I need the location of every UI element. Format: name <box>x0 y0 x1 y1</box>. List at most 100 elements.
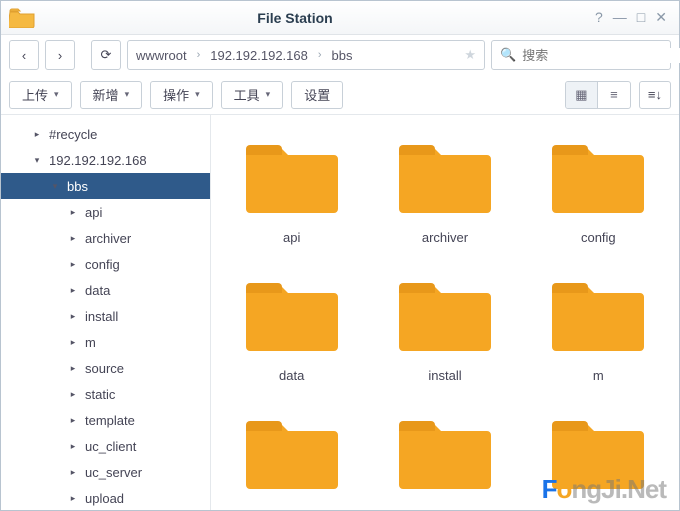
folder-label: archiver <box>422 230 468 245</box>
chevron-right-icon: ▸ <box>67 493 79 504</box>
tree-node-label: upload <box>85 491 124 506</box>
file-station-window: File Station ? — □ ✕ ‹ › ⟳ wwwroot › 192… <box>0 0 680 511</box>
list-view-button[interactable]: ≡ <box>598 82 630 108</box>
tool-button[interactable]: 工具▾ <box>221 81 284 109</box>
folder-item[interactable]: data <box>215 263 368 401</box>
toolbar: 上传▾ 新增▾ 操作▾ 工具▾ 设置 ▦ ≡ ≡↓ <box>1 75 679 115</box>
folder-icon <box>242 137 342 220</box>
tree-node-label: archiver <box>85 231 131 246</box>
tree-node-label: static <box>85 387 115 402</box>
tree-node-child[interactable]: ▸ data <box>1 277 210 303</box>
folder-label: m <box>593 368 604 383</box>
folder-icon <box>395 275 495 358</box>
folder-label: install <box>428 368 461 383</box>
folder-icon <box>395 137 495 220</box>
body: ▸#recycle ▾192.192.192.168 ▾bbs ▸api▸arc… <box>1 115 679 510</box>
tree-node-child[interactable]: ▸ source <box>1 355 210 381</box>
tree-node-child[interactable]: ▸ uc_server <box>1 459 210 485</box>
action-button[interactable]: 操作▾ <box>150 81 213 109</box>
tree-node-label: uc_client <box>85 439 136 454</box>
chevron-down-icon: ▾ <box>31 155 43 166</box>
folder-icon <box>395 413 495 496</box>
chevron-right-icon: ▸ <box>67 259 79 270</box>
upload-button[interactable]: 上传▾ <box>9 81 72 109</box>
search-box[interactable]: 🔍 <box>491 40 671 70</box>
chevron-right-icon: › <box>197 49 201 61</box>
folder-icon <box>548 137 648 220</box>
folder-content: api archiver config data install m <box>211 115 679 510</box>
tree-node-recycle[interactable]: ▸#recycle <box>1 121 210 147</box>
forward-button[interactable]: › <box>45 40 75 70</box>
chevron-right-icon: ▸ <box>67 233 79 244</box>
breadcrumb-segment[interactable]: 192.192.192.168 <box>210 48 308 63</box>
close-icon[interactable]: ✕ <box>655 9 667 26</box>
folder-item[interactable]: api <box>215 125 368 263</box>
chevron-right-icon: ▸ <box>67 207 79 218</box>
chevron-right-icon: ▸ <box>67 415 79 426</box>
caret-down-icon: ▾ <box>195 89 200 100</box>
settings-button[interactable]: 设置 <box>291 81 343 109</box>
tree-node-label: source <box>85 361 124 376</box>
new-button[interactable]: 新增▾ <box>80 81 143 109</box>
favorite-icon[interactable]: ★ <box>464 47 476 63</box>
tree-node-child[interactable]: ▸ static <box>1 381 210 407</box>
titlebar: File Station ? — □ ✕ <box>1 1 679 35</box>
tree-node-child[interactable]: ▸install <box>1 303 210 329</box>
caret-down-icon: ▾ <box>266 89 271 100</box>
folder-item[interactable]: install <box>368 263 521 401</box>
folder-item[interactable] <box>522 401 675 510</box>
tree-node-child[interactable]: ▸ archiver <box>1 225 210 251</box>
breadcrumb-segment[interactable]: wwwroot <box>136 48 187 63</box>
folder-icon <box>548 275 648 358</box>
chevron-right-icon: ▸ <box>67 363 79 374</box>
tree-node-host[interactable]: ▾192.192.192.168 <box>1 147 210 173</box>
tree-node-label: data <box>85 283 110 298</box>
caret-down-icon: ▾ <box>125 89 130 100</box>
window-title: File Station <box>3 10 587 26</box>
tree-node-child[interactable]: ▸api <box>1 199 210 225</box>
tree-node-label: template <box>85 413 135 428</box>
search-input[interactable] <box>522 48 680 63</box>
back-button[interactable]: ‹ <box>9 40 39 70</box>
minimize-icon[interactable]: — <box>613 9 627 26</box>
refresh-button[interactable]: ⟳ <box>91 40 121 70</box>
maximize-icon[interactable]: □ <box>637 9 645 26</box>
folder-item[interactable] <box>368 401 521 510</box>
tree-node-label: uc_server <box>85 465 142 480</box>
help-icon[interactable]: ? <box>595 9 603 26</box>
breadcrumb[interactable]: wwwroot › 192.192.192.168 › bbs ★ <box>127 40 485 70</box>
tree-node-child[interactable]: ▸uc_client <box>1 433 210 459</box>
tree-node-child[interactable]: ▸ template <box>1 407 210 433</box>
tree-node-bbs[interactable]: ▾bbs <box>1 173 210 199</box>
folder-item[interactable]: m <box>522 263 675 401</box>
folder-grid: api archiver config data install m <box>215 125 675 510</box>
folder-label: config <box>581 230 616 245</box>
chevron-right-icon: ▸ <box>67 337 79 348</box>
sort-button[interactable]: ≡↓ <box>639 81 671 109</box>
chevron-right-icon: ▸ <box>67 285 79 296</box>
folder-item[interactable]: archiver <box>368 125 521 263</box>
breadcrumb-segment[interactable]: bbs <box>332 48 353 63</box>
folder-icon <box>242 413 342 496</box>
view-mode-toggle: ▦ ≡ <box>565 81 631 109</box>
tree-node-child[interactable]: ▸m <box>1 329 210 355</box>
folder-item[interactable] <box>215 401 368 510</box>
tree-node-label: m <box>85 335 96 350</box>
chevron-down-icon: ▾ <box>49 181 61 192</box>
chevron-right-icon: ▸ <box>31 129 43 140</box>
chevron-right-icon: ▸ <box>67 389 79 400</box>
tree-node-child[interactable]: ▸ upload <box>1 485 210 510</box>
grid-view-button[interactable]: ▦ <box>566 82 598 108</box>
folder-icon <box>242 275 342 358</box>
folder-item[interactable]: config <box>522 125 675 263</box>
chevron-right-icon: ▸ <box>67 467 79 478</box>
folder-icon <box>548 413 648 496</box>
tree-node-child[interactable]: ▸config <box>1 251 210 277</box>
address-bar: ‹ › ⟳ wwwroot › 192.192.192.168 › bbs ★ … <box>1 35 679 75</box>
caret-down-icon: ▾ <box>54 89 59 100</box>
folder-label: data <box>279 368 304 383</box>
tree-node-label: install <box>85 309 118 324</box>
chevron-right-icon: › <box>318 49 322 61</box>
sidebar: ▸#recycle ▾192.192.192.168 ▾bbs ▸api▸arc… <box>1 115 211 510</box>
search-icon: 🔍 <box>500 47 516 63</box>
